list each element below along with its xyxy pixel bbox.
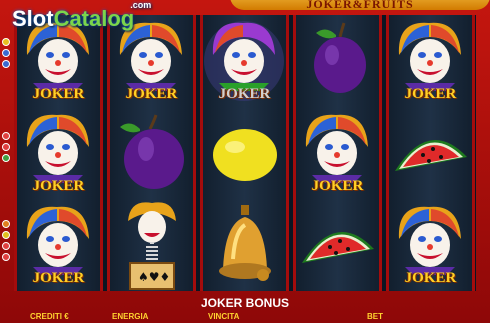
reel-5: JOKER JOKER [386,15,475,291]
watermelon-icon [395,139,467,171]
plum-icon [314,22,366,93]
left-payline-markers-top [2,38,12,71]
joker-label: JOKER [125,86,178,102]
joker-label: JOKER [32,178,85,194]
joker-symbol: JOKER [17,199,100,291]
bell-symbol [203,199,286,291]
game-title-banner: JOKER&FRUITS [230,0,490,11]
joker-label: JOKER [404,270,457,286]
joker-label: JOKER [404,86,457,102]
left-payline-markers-middle [2,132,12,165]
joker-symbol: JOKER [203,15,286,107]
payline-dot [2,49,10,57]
payline-dot [2,253,10,261]
bet-label: BET [367,312,383,321]
reel-1: JOKER JOKER JOKER [14,15,103,291]
credits-label: CREDITI € [30,312,69,321]
joker-symbol: JOKER [389,199,472,291]
payline-dot [2,60,10,68]
joker-bonus-label: JOKER BONUS [200,296,289,310]
jack-in-the-box-icon: ♠♥♦ [128,202,176,290]
jack-in-the-box-symbol: ♠♥♦ [110,199,193,291]
bottom-bar: JOKER BONUS CREDITI € ENERGIA VINCITA BE… [0,296,490,323]
bell-icon [219,205,271,281]
joker-label: JOKER [311,178,364,194]
reel-3: JOKER [200,15,289,291]
joker-symbol: JOKER [389,15,472,107]
payline-dot [2,143,10,151]
payline-dot [2,132,10,140]
lemon-icon [213,129,277,181]
watermelon-symbol [296,199,379,291]
reel-area: JOKER JOKER JOKER JOKER ♠♥♦ JOKER JOKER … [14,15,476,291]
plum-icon [120,114,184,189]
joker-label: JOKER [32,270,85,286]
watermelon-symbol [389,107,472,199]
payline-dot [2,220,10,228]
energy-label: ENERGIA [112,312,149,321]
payline-dot [2,38,10,46]
plum-symbol [296,15,379,107]
payline-dot [2,154,10,162]
plum-symbol [110,107,193,199]
reel-2: JOKER ♠♥♦ [107,15,196,291]
lemon-symbol [203,107,286,199]
watermelon-icon [302,231,374,263]
game-title: JOKER&FRUITS [306,0,414,11]
watermark-logo: SlotCatalog.com [12,0,152,31]
reel-4: JOKER [293,15,382,291]
joker-symbol: JOKER [17,107,100,199]
svg-text:♠♥♦: ♠♥♦ [138,270,170,284]
joker-symbol: JOKER [296,107,379,199]
joker-label: JOKER [32,86,85,102]
payline-dot [2,242,10,250]
joker-label: JOKER [218,86,271,102]
payline-dot [2,231,10,239]
left-payline-markers-bottom [2,220,12,264]
win-label: VINCITA [208,312,240,321]
